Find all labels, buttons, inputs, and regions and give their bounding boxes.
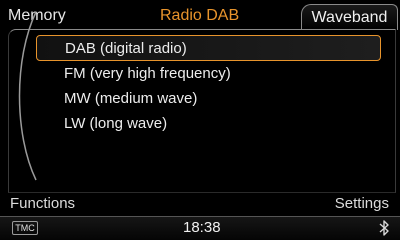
tab-bar: Memory Radio DAB Waveband [0, 0, 400, 30]
list-item-mw[interactable]: MW (medium wave) [64, 89, 197, 109]
list-item-dab[interactable]: DAB (digital radio) [36, 35, 381, 61]
list-item-label: LW (long wave) [64, 115, 168, 132]
function-bar: Functions Settings [0, 195, 400, 215]
list-item-label: DAB (digital radio) [65, 40, 187, 57]
settings-button[interactable]: Settings [335, 195, 389, 213]
list-item-label: MW (medium wave) [64, 90, 198, 107]
status-bar: TMC 18:38 [0, 216, 400, 240]
bluetooth-icon [379, 220, 389, 236]
functions-button[interactable]: Functions [10, 195, 75, 213]
list-item-lw[interactable]: LW (long wave) [64, 114, 167, 134]
tmc-badge: TMC [12, 221, 38, 235]
tab-waveband[interactable]: Waveband [301, 4, 398, 30]
list-item-label: FM (very high frequency) [64, 65, 231, 82]
list-item-fm[interactable]: FM (very high frequency) [64, 64, 231, 84]
page-title: Radio DAB [160, 7, 240, 24]
clock: 18:38 [183, 219, 221, 236]
